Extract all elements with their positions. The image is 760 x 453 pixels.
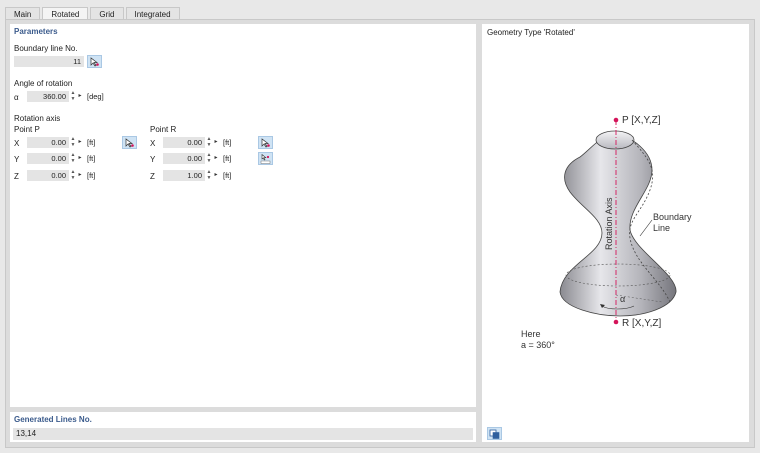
alpha-arrow-icon[interactable]: ▸ bbox=[77, 91, 83, 102]
note-line1: Here bbox=[521, 329, 541, 339]
diagram-title: Geometry Type 'Rotated' bbox=[487, 28, 575, 37]
point-r-z-label: Z bbox=[150, 172, 155, 181]
offset-point-icon bbox=[260, 153, 271, 164]
alpha-diagram-label: α bbox=[620, 294, 625, 304]
alpha-unit: [deg] bbox=[87, 92, 104, 101]
view-settings-icon bbox=[489, 429, 500, 439]
point-r-marker bbox=[613, 319, 619, 325]
generated-lines-title: Generated Lines No. bbox=[14, 415, 92, 424]
point-p-x-arrow-icon[interactable]: ▸ bbox=[77, 137, 83, 148]
p-point-label: P [X,Y,Z] bbox=[622, 115, 661, 126]
point-r-z-unit: [ft] bbox=[223, 171, 232, 180]
alpha-spinner[interactable]: ▲ ▼ bbox=[69, 90, 77, 102]
point-r-x-input[interactable]: 0.00 bbox=[163, 137, 205, 148]
point-r-z-spinner[interactable]: ▲ ▼ bbox=[205, 169, 213, 181]
boundary-label-line1: Boundary bbox=[653, 212, 692, 222]
note-line2: a = 360° bbox=[521, 340, 555, 350]
r-point-label: R [X,Y,Z] bbox=[622, 318, 661, 329]
point-r-y-label: Y bbox=[150, 155, 156, 164]
point-p-y-label: Y bbox=[14, 155, 20, 164]
generated-lines-value: 13,14 bbox=[13, 428, 473, 440]
point-r-offset-button[interactable] bbox=[258, 152, 273, 165]
point-p-y-arrow-icon[interactable]: ▸ bbox=[77, 153, 83, 164]
alpha-symbol: α bbox=[14, 93, 19, 102]
pick-point-r-button[interactable] bbox=[258, 136, 273, 149]
alpha-input[interactable]: 360.00 bbox=[27, 91, 69, 102]
point-p-x-label: X bbox=[14, 139, 20, 148]
rotation-axis-label: Rotation axis bbox=[14, 114, 61, 123]
point-p-z-label: Z bbox=[14, 172, 19, 181]
point-r-z-arrow-icon[interactable]: ▸ bbox=[213, 170, 219, 181]
point-r-y-spinner[interactable]: ▲ ▼ bbox=[205, 152, 213, 164]
point-r-label: Point R bbox=[150, 125, 177, 134]
point-r-y-arrow-icon[interactable]: ▸ bbox=[213, 153, 219, 164]
boundary-line-input[interactable]: 11 bbox=[14, 56, 84, 67]
pick-cursor-icon bbox=[261, 137, 270, 147]
pick-point-p-button[interactable] bbox=[122, 136, 137, 149]
pick-cursor-icon bbox=[125, 137, 134, 147]
point-r-y-unit: [ft] bbox=[223, 154, 232, 163]
point-p-y-unit: [ft] bbox=[87, 154, 96, 163]
point-p-x-unit: [ft] bbox=[87, 138, 96, 147]
point-r-y-input[interactable]: 0.00 bbox=[163, 153, 205, 164]
pick-cursor-icon bbox=[90, 56, 99, 66]
parameters-title: Parameters bbox=[14, 27, 58, 36]
point-p-z-unit: [ft] bbox=[87, 171, 96, 180]
diagram-settings-button[interactable] bbox=[487, 427, 502, 440]
point-p-label: Point P bbox=[14, 125, 40, 134]
point-p-x-spinner[interactable]: ▲ ▼ bbox=[69, 136, 77, 148]
boundary-label-line2: Line bbox=[653, 223, 670, 233]
point-r-z-input[interactable]: 1.00 bbox=[163, 170, 205, 181]
point-p-z-input[interactable]: 0.00 bbox=[27, 170, 69, 181]
parameters-panel bbox=[10, 24, 476, 407]
boundary-line-label: Boundary line No. bbox=[14, 44, 78, 53]
point-r-x-spinner[interactable]: ▲ ▼ bbox=[205, 136, 213, 148]
rotated-geometry-diagram: P [X,Y,Z] R [X,Y,Z] Rotation Axis Bounda… bbox=[521, 115, 692, 350]
top-opening-ellipse bbox=[595, 130, 635, 150]
point-r-x-arrow-icon[interactable]: ▸ bbox=[213, 137, 219, 148]
point-r-x-label: X bbox=[150, 139, 156, 148]
point-p-marker bbox=[613, 117, 619, 123]
angle-label: Angle of rotation bbox=[14, 79, 73, 88]
rotation-axis-label: Rotation Axis bbox=[604, 197, 614, 250]
point-p-z-arrow-icon[interactable]: ▸ bbox=[77, 170, 83, 181]
point-r-x-unit: [ft] bbox=[223, 138, 232, 147]
point-p-y-input[interactable]: 0.00 bbox=[27, 153, 69, 164]
point-p-y-spinner[interactable]: ▲ ▼ bbox=[69, 152, 77, 164]
point-p-z-spinner[interactable]: ▲ ▼ bbox=[69, 169, 77, 181]
boundary-leader-line bbox=[639, 219, 653, 237]
point-p-x-input[interactable]: 0.00 bbox=[27, 137, 69, 148]
pick-boundary-line-button[interactable] bbox=[87, 55, 102, 68]
